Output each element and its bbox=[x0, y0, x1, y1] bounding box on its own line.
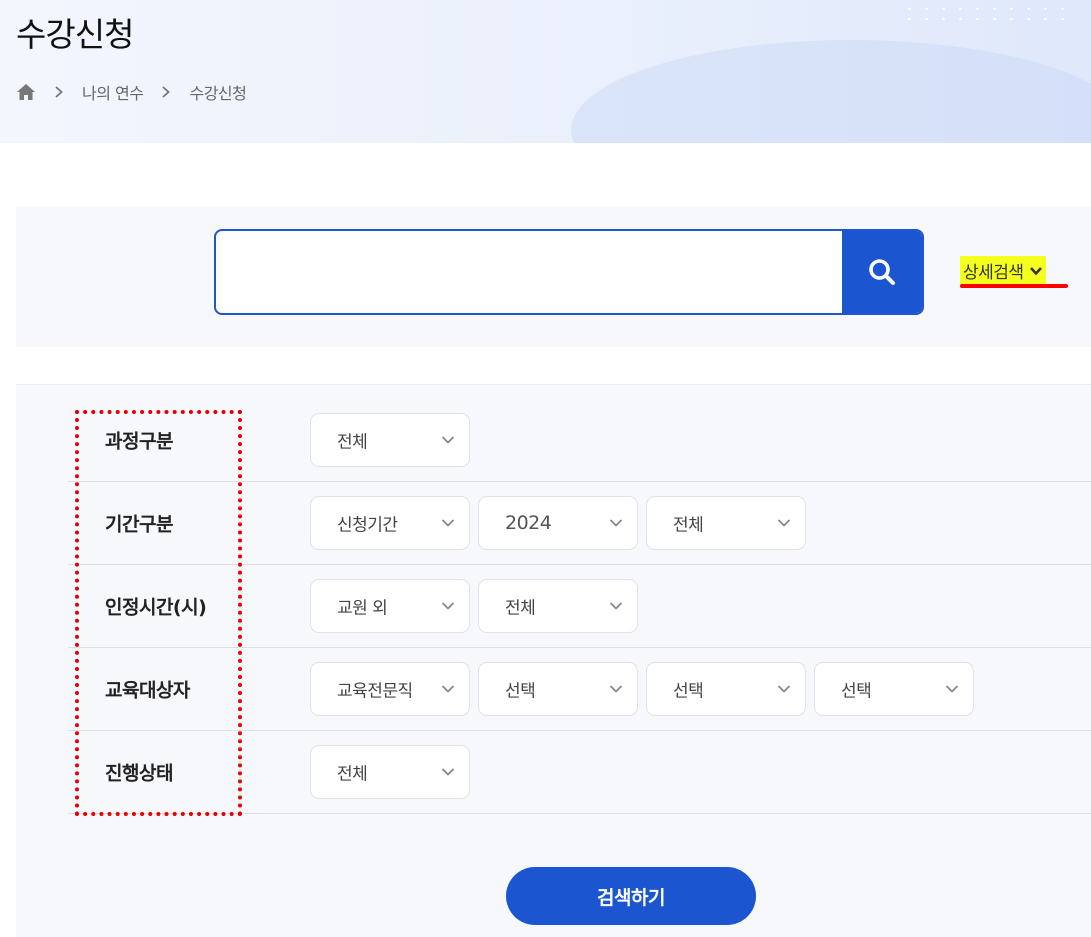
course-type-select[interactable]: 전체 bbox=[310, 413, 470, 467]
chevron-down-icon bbox=[441, 436, 455, 444]
credit-hours-select[interactable]: 전체 bbox=[478, 579, 638, 633]
select-value: 선택 bbox=[841, 681, 872, 702]
filter-row-course-type: 과정구분 전체 bbox=[68, 399, 1091, 482]
select-value: 선택 bbox=[673, 681, 704, 702]
filter-selects: 교육전문직 선택 선택 선택 bbox=[310, 662, 982, 716]
chevron-right-icon bbox=[54, 86, 64, 98]
audience-select-2[interactable]: 선택 bbox=[478, 662, 638, 716]
detail-search-label: 상세검색 bbox=[963, 263, 1024, 283]
select-value: 전체 bbox=[337, 764, 368, 785]
audience-select-4[interactable]: 선택 bbox=[814, 662, 974, 716]
chevron-down-icon bbox=[441, 519, 455, 527]
breadcrumb: 나의 연수 수강신청 bbox=[16, 80, 247, 104]
breadcrumb-item-my-training[interactable]: 나의 연수 bbox=[82, 80, 144, 104]
filter-row-progress-status: 진행상태 전체 bbox=[68, 731, 1091, 814]
search-box bbox=[214, 229, 924, 315]
filter-selects: 신청기간 2024 전체 bbox=[310, 496, 814, 550]
filter-label: 인정시간(시) bbox=[105, 596, 207, 619]
filter-row-target-audience: 교육대상자 교육전문직 선택 선택 선택 bbox=[68, 648, 1091, 731]
filter-panel: 과정구분 전체 기간구분 신청기간 2024 전체 인정시간(시) 교원 외 전… bbox=[16, 384, 1091, 937]
select-value: 교원 외 bbox=[337, 598, 388, 619]
chevron-down-icon bbox=[777, 519, 791, 527]
page-title: 수강신청 bbox=[16, 15, 134, 54]
year-select[interactable]: 2024 bbox=[478, 496, 638, 550]
filter-row-period-type: 기간구분 신청기간 2024 전체 bbox=[68, 482, 1091, 565]
filter-label: 기간구분 bbox=[105, 513, 173, 536]
filter-row-credit-hours: 인정시간(시) 교원 외 전체 bbox=[68, 565, 1091, 648]
audience-select-1[interactable]: 교육전문직 bbox=[310, 662, 470, 716]
filter-selects: 전체 bbox=[310, 745, 478, 799]
audience-select-3[interactable]: 선택 bbox=[646, 662, 806, 716]
chevron-down-icon bbox=[441, 602, 455, 610]
header-dot-pattern bbox=[901, 4, 1071, 24]
page-header: 수강신청 나의 연수 수강신청 bbox=[0, 0, 1091, 143]
progress-status-select[interactable]: 전체 bbox=[310, 745, 470, 799]
search-input[interactable] bbox=[216, 231, 846, 313]
chevron-down-icon bbox=[945, 685, 959, 693]
home-icon[interactable] bbox=[16, 83, 36, 101]
search-panel: 상세검색 bbox=[16, 207, 1091, 347]
chevron-down-icon bbox=[609, 602, 623, 610]
chevron-down-icon bbox=[1029, 266, 1042, 275]
chevron-down-icon bbox=[441, 768, 455, 776]
period-detail-select[interactable]: 전체 bbox=[646, 496, 806, 550]
detail-search-toggle[interactable]: 상세검색 bbox=[960, 256, 1046, 285]
select-value: 교육전문직 bbox=[337, 681, 413, 702]
credit-category-select[interactable]: 교원 외 bbox=[310, 579, 470, 633]
select-value: 2024 bbox=[505, 512, 552, 534]
search-button[interactable] bbox=[842, 231, 922, 313]
chevron-right-icon bbox=[161, 86, 171, 98]
select-value: 선택 bbox=[505, 681, 536, 702]
chevron-down-icon bbox=[609, 519, 623, 527]
annotation-underline bbox=[960, 284, 1068, 288]
filter-selects: 전체 bbox=[310, 413, 478, 467]
select-value: 전체 bbox=[337, 432, 368, 453]
search-submit-button[interactable]: 검색하기 bbox=[506, 867, 756, 925]
filter-label: 진행상태 bbox=[105, 762, 173, 785]
filter-label: 교육대상자 bbox=[105, 679, 190, 702]
filter-label: 과정구분 bbox=[105, 430, 173, 453]
chevron-down-icon bbox=[777, 685, 791, 693]
period-type-select[interactable]: 신청기간 bbox=[310, 496, 470, 550]
chevron-down-icon bbox=[609, 685, 623, 693]
chevron-down-icon bbox=[441, 685, 455, 693]
header-decoration bbox=[571, 40, 1091, 143]
select-value: 전체 bbox=[673, 515, 704, 536]
search-icon bbox=[869, 259, 895, 285]
breadcrumb-item-enrollment[interactable]: 수강신청 bbox=[189, 80, 246, 104]
filter-selects: 교원 외 전체 bbox=[310, 579, 646, 633]
select-value: 신청기간 bbox=[337, 515, 398, 536]
select-value: 전체 bbox=[505, 598, 536, 619]
